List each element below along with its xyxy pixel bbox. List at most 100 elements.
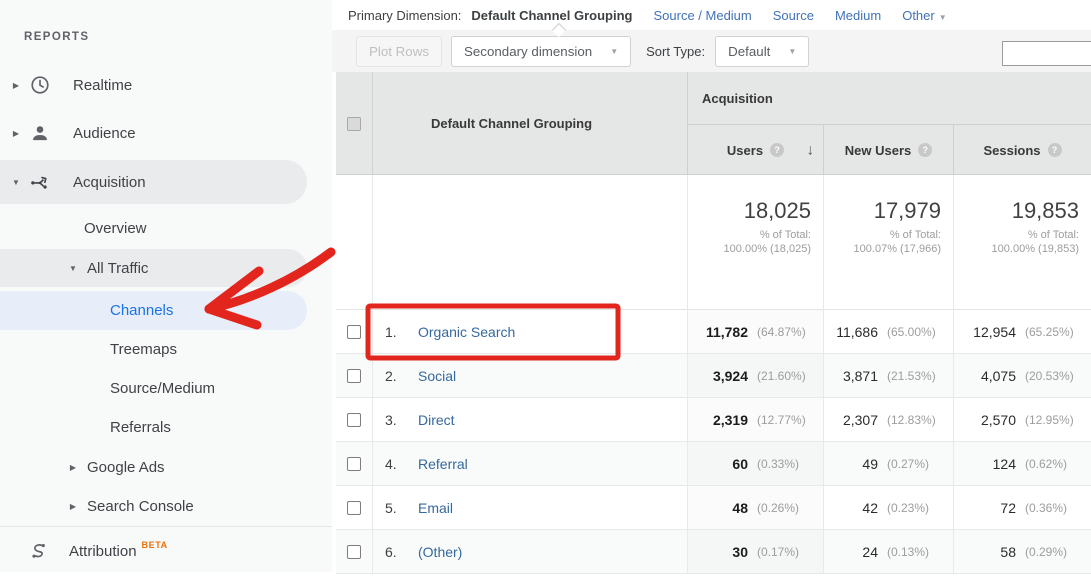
sidebar-item-label: Treemaps [110,341,177,358]
help-icon[interactable]: ? [1048,143,1062,157]
sessions-percent: (12.95%) [1025,413,1081,427]
sidebar-item-referrals[interactable]: Referrals [0,409,307,446]
table-row: 3. Direct 2,319(12.77%) 2,307(12.83%) 2,… [336,398,1091,442]
new-users-value: 3,871 [824,368,878,384]
sidebar-item-label: Acquisition [73,174,146,191]
reports-section-label: REPORTS [24,31,89,43]
channel-link[interactable]: Referral [418,456,468,472]
sessions-value: 124 [954,456,1016,472]
channel-link[interactable]: Organic Search [418,324,515,340]
sidebar-item-label: All Traffic [87,260,148,277]
secondary-dimension-button[interactable]: Secondary dimension ▼ [451,36,631,67]
users-value: 30 [688,544,748,560]
expand-caret-icon[interactable]: ▶ [66,463,80,472]
sort-descending-icon: ↓ [807,142,815,159]
help-icon[interactable]: ? [770,143,784,157]
table-search-input[interactable] [1002,41,1091,66]
sidebar-item-label: Search Console [87,498,194,515]
row-rank: 4. [385,456,418,472]
sidebar-item-realtime[interactable]: ▶ Realtime [0,64,307,106]
row-checkbox[interactable] [347,413,361,427]
sidebar-item-overview[interactable]: Overview [0,211,307,246]
new-users-value: 2,307 [824,412,878,428]
users-column-header[interactable]: Users ? ↓ [687,125,823,175]
users-value: 48 [688,500,748,516]
sidebar-item-acquisition[interactable]: ▼ Acquisition [0,160,307,204]
sidebar-divider [0,526,332,527]
table-row: 6. (Other) 30(0.17%) 24(0.13%) 58(0.29%) [336,530,1091,574]
channels-table: Default Channel Grouping Acquisition Use… [336,72,1091,574]
expand-caret-icon[interactable]: ▶ [9,81,23,90]
new-users-value: 42 [824,500,878,516]
sessions-percent: (65.25%) [1025,325,1081,339]
row-checkbox[interactable] [347,501,361,515]
plot-rows-button[interactable]: Plot Rows [356,36,442,67]
channel-link[interactable]: (Other) [418,544,462,560]
users-total: 18,025 [688,198,811,224]
sidebar-item-all-traffic[interactable]: ▼ All Traffic [0,249,307,287]
chevron-down-icon: ▼ [788,47,796,56]
primary-dimension-bar: Primary Dimension: Default Channel Group… [332,0,1091,30]
new-users-percent: (21.53%) [887,369,943,383]
users-value: 60 [688,456,748,472]
channel-link[interactable]: Email [418,500,453,516]
sidebar-item-label: Realtime [73,77,132,94]
sessions-total: 19,853 [954,198,1079,224]
sessions-value: 2,570 [954,412,1016,428]
new-users-percent: (12.83%) [887,413,943,427]
sessions-value: 72 [954,500,1016,516]
sidebar-item-treemaps[interactable]: Treemaps [0,332,307,367]
clock-icon [28,73,52,97]
users-value: 11,782 [688,324,748,340]
select-all-checkbox[interactable] [347,117,361,131]
channel-link[interactable]: Direct [418,412,455,428]
totals-row: 18,025 % of Total: 100.00% (18,025) 17,9… [336,175,1091,310]
sidebar-item-label: Channels [110,302,173,319]
sidebar-item-label: Source/Medium [110,380,215,397]
tab-default-channel-grouping[interactable]: Default Channel Grouping [471,8,632,23]
sidebar-item-attribution[interactable]: Attribution BETA [0,531,307,571]
new-users-value: 24 [824,544,878,560]
sessions-column-header[interactable]: Sessions ? [953,125,1091,175]
new-users-percent: (0.27%) [887,457,943,471]
collapse-caret-icon[interactable]: ▼ [9,178,23,187]
tab-source-medium[interactable]: Source / Medium [653,8,751,23]
row-checkbox[interactable] [347,457,361,471]
channel-link[interactable]: Social [418,368,456,384]
row-checkbox[interactable] [347,325,361,339]
help-icon[interactable]: ? [918,143,932,157]
row-rank: 1. [385,324,418,340]
expand-caret-icon[interactable]: ▶ [66,502,80,511]
sort-type-dropdown[interactable]: Default ▼ [715,36,809,67]
tab-source[interactable]: Source [773,8,814,23]
table-row: 5. Email 48(0.26%) 42(0.23%) 72(0.36%) [336,486,1091,530]
sidebar-item-audience[interactable]: ▶ Audience [0,112,307,154]
dimension-column-header[interactable]: Default Channel Grouping [372,72,687,175]
expand-caret-icon[interactable]: ▶ [9,129,23,138]
new-users-value: 11,686 [824,324,878,340]
users-value: 2,319 [688,412,748,428]
row-checkbox[interactable] [347,369,361,383]
sessions-value: 58 [954,544,1016,560]
sidebar-item-search-console[interactable]: ▶ Search Console [0,488,307,525]
tab-medium[interactable]: Medium [835,8,881,23]
sessions-value: 12,954 [954,324,1016,340]
sidebar-item-google-ads[interactable]: ▶ Google Ads [0,449,307,486]
row-checkbox[interactable] [347,545,361,559]
new-users-value: 49 [824,456,878,472]
new-users-total: 17,979 [824,198,941,224]
chevron-down-icon: ▼ [939,13,947,22]
sessions-percent: (0.36%) [1025,501,1081,515]
tab-other[interactable]: Other▼ [902,8,946,23]
collapse-caret-icon[interactable]: ▼ [66,264,80,273]
new-users-column-header[interactable]: New Users ? [823,125,953,175]
primary-dimension-label: Primary Dimension: [348,8,461,23]
attribution-route-icon [26,539,50,563]
sessions-percent: (20.53%) [1025,369,1081,383]
new-users-percent: (0.23%) [887,501,943,515]
users-percent: (0.26%) [757,501,813,515]
sidebar-item-source-medium[interactable]: Source/Medium [0,370,307,406]
new-users-percent: (65.00%) [887,325,943,339]
sidebar-item-channels[interactable]: Channels [0,291,307,330]
main-content: Primary Dimension: Default Channel Group… [332,0,1091,582]
